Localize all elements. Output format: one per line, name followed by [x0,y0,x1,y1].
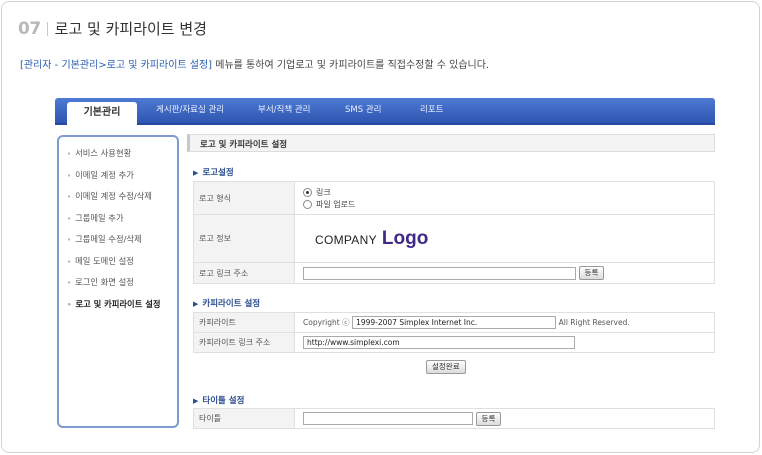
sidebar-menu: • 서비스 사용현황 • 이메일 계정 추가 • 이메일 계정 수정/삭제 • 그룹메일… [57,135,179,428]
logo-register-button[interactable]: 등록 [578,266,605,280]
page-title: 로고 및 카피라이트 변경 [54,20,207,38]
title-section-title: ▶ 타이틀 설정 [193,396,245,406]
triangle-right-icon: ▶ [193,169,199,177]
sidebar-item-add-group-mail[interactable]: • 그룹메일 추가 [67,212,124,224]
logo-company-text: COMPANY [315,232,377,247]
copyright-label: 카피라이트 [193,312,295,333]
sidebar-item-mail-domain[interactable]: • 메일 도메인 설정 [67,255,134,267]
title-register-button[interactable]: 등록 [475,411,502,426]
sidebar-item-add-email-account[interactable]: • 이메일 계정 추가 [67,169,134,181]
logo-word-text: Logo [381,227,429,249]
bullet-icon: • [67,258,72,266]
description: [관리자 - 기본관리>로고 및 카피라이트 설정] 메뉴를 통하여 기업로고 … [20,56,489,71]
copyright-link-label: 카피라이트 링크 주소 [193,332,295,353]
logo-format-label: 로고 형식 [193,181,295,215]
logo-info-label: 로고 정보 [193,214,295,263]
copyright-section-title: ▶ 카피라이트 설정 [193,299,261,309]
bullet-icon: • [67,236,72,244]
triangle-right-icon: ▶ [193,300,199,308]
bullet-icon: • [67,150,72,158]
radio-logo-upload[interactable]: 파일 업로드 [303,198,714,210]
bullet-icon: • [67,172,72,180]
sidebar-item-edit-group-mail[interactable]: • 그룹메일 수정/삭제 [67,233,142,245]
bullet-icon: • [67,215,72,223]
sidebar-item-login-screen[interactable]: • 로그인 화면 설정 [67,276,134,288]
tab-report[interactable]: 리포트 [420,98,443,123]
title-settings-table: 타이틀 등록 [193,408,715,429]
tab-department-management[interactable]: 부서/직책 관리 [258,98,311,123]
company-logo-preview: COMPANY Logo [303,228,714,250]
logo-link-label: 로고 링크 주소 [193,262,295,284]
bullet-icon: • [67,193,72,201]
copyright-link-input[interactable]: http://www.simplexi.com [303,336,575,349]
tab-board-management[interactable]: 게시판/자료실 관리 [156,98,224,123]
section-number: 07 [18,18,41,39]
header-divider [46,21,48,36]
logo-settings-table: 로고 형식 링크 파일 업로드 로고 정보 COMPANY Logo 로고 링크… [193,181,715,284]
copyright-suffix: All Right Reserved. [558,318,630,327]
logo-link-input[interactable] [303,266,576,280]
sidebar-item-service-usage[interactable]: • 서비스 사용현황 [67,147,131,159]
logo-section-title: ▶ 로고설정 [193,168,234,178]
panel-header: 로고 및 카피라이트 설정 [187,134,715,152]
tab-sms-management[interactable]: SMS 관리 [345,98,381,123]
copyright-settings-table: 카피라이트 Copyright ⓒ 1999-2007 Simplex Inte… [193,312,715,353]
menu-path-link[interactable]: [관리자 - 기본관리>로고 및 카피라이트 설정] [20,60,212,71]
title-label: 타이틀 [193,408,295,429]
radio-logo-link[interactable]: 링크 [303,186,714,198]
admin-top-nav: 기본관리 게시판/자료실 관리 부서/직책 관리 SMS 관리 리포트 [55,98,715,125]
copyright-prefix: Copyright ⓒ [303,318,350,327]
bullet-icon: • [67,301,72,309]
bullet-icon: • [67,279,72,287]
radio-unchecked-icon [303,199,312,209]
panel-title: 로고 및 카피라이트 설정 [200,140,288,150]
copyright-input[interactable]: 1999-2007 Simplex Internet Inc. [352,316,557,329]
description-text: 메뉴를 통하여 기업로고 및 카피라이트를 직접수정할 수 있습니다. [212,60,490,71]
triangle-right-icon: ▶ [193,397,199,405]
section-header: 07 로고 및 카피라이트 변경 [18,18,207,39]
radio-checked-icon [303,187,312,197]
title-input[interactable] [303,412,473,425]
sidebar-item-edit-email-account[interactable]: • 이메일 계정 수정/삭제 [67,190,152,202]
sidebar-item-logo-copyright[interactable]: • 로고 및 카피라이트 설정 [67,298,160,310]
tab-basic-management[interactable]: 기본관리 [67,102,137,125]
save-settings-button[interactable]: 설정완료 [426,360,466,374]
